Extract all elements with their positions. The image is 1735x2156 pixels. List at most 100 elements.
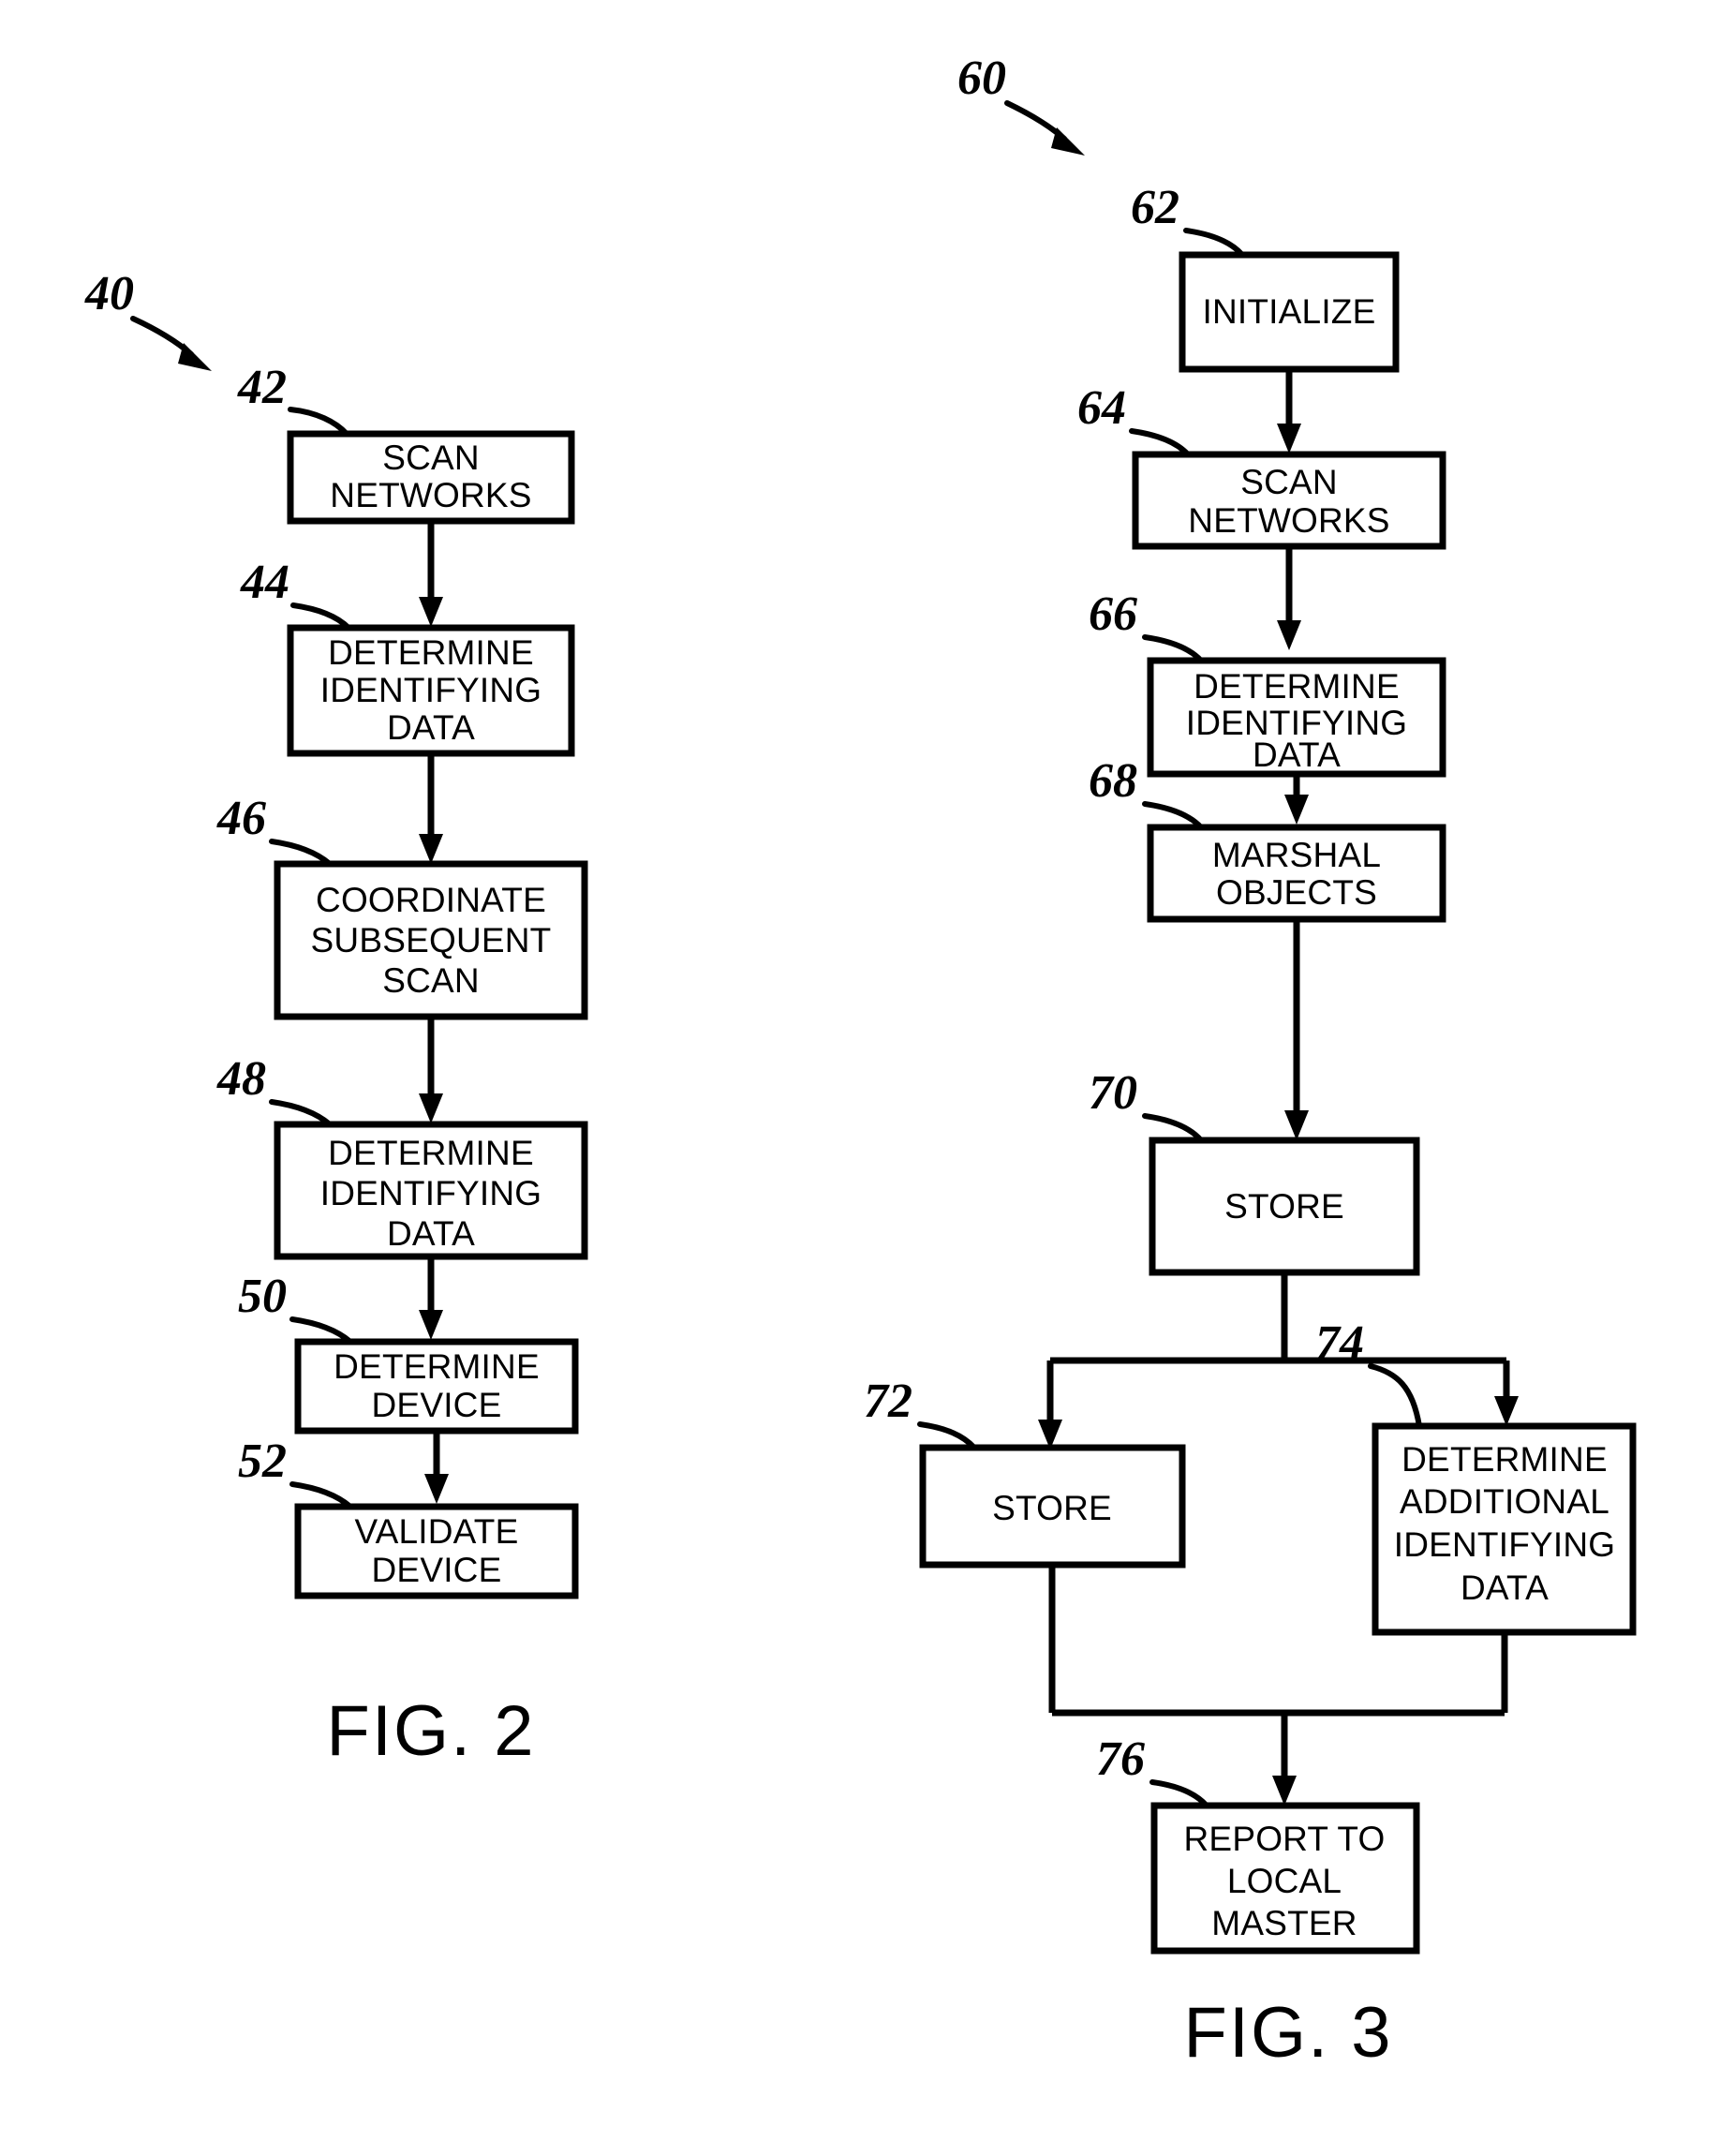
- node-66-label-line-1: DETERMINE: [1194, 667, 1400, 706]
- ref-42-leader: [288, 407, 349, 437]
- ref-label-46: 46: [216, 792, 333, 867]
- ref-label-72: 72: [864, 1375, 977, 1450]
- connector-48-50: [419, 1256, 443, 1340]
- ref-label-48: 48: [216, 1052, 333, 1127]
- ref-number-60: 60: [957, 52, 1006, 105]
- ref-62-leader: [1183, 228, 1245, 258]
- ref-76-leader: [1149, 1779, 1209, 1808]
- node-76-label-line-3: MASTER: [1211, 1904, 1357, 1942]
- ref-74-leader: [1368, 1363, 1422, 1429]
- patent-drawing-sheet: 40 SCAN NETWORKS 42 DETERMINE IDENTIFYIN…: [0, 0, 1735, 2156]
- ref-number-74: 74: [1315, 1316, 1364, 1370]
- ref-number-46: 46: [216, 792, 266, 845]
- ref-number-48: 48: [216, 1052, 266, 1106]
- connector-42-44: [419, 521, 443, 627]
- ref-48-leader: [269, 1099, 333, 1127]
- node-70-label-line-1: STORE: [1224, 1187, 1344, 1226]
- ref-number-64: 64: [1077, 381, 1126, 435]
- node-48-label-line-1: DETERMINE: [328, 1134, 534, 1172]
- node-66[interactable]: DETERMINE IDENTIFYING DATA: [1147, 657, 1446, 778]
- ref-label-50: 50: [238, 1270, 353, 1345]
- connector-64-66: [1277, 546, 1301, 650]
- connector-66-68: [1284, 774, 1309, 825]
- ref-label-44: 44: [240, 556, 351, 631]
- node-64[interactable]: SCAN NETWORKS: [1132, 451, 1446, 550]
- node-72[interactable]: STORE: [919, 1444, 1186, 1569]
- node-76-label-line-2: LOCAL: [1227, 1862, 1342, 1900]
- node-48-label-line-3: DATA: [387, 1214, 475, 1253]
- node-74-label-line-4: DATA: [1461, 1569, 1549, 1607]
- connector-68-70: [1284, 919, 1309, 1140]
- ref-40-arrowhead: [178, 343, 212, 371]
- node-48[interactable]: DETERMINE IDENTIFYING DATA: [274, 1121, 588, 1260]
- ref-68-leader: [1142, 801, 1204, 830]
- ref-number-72: 72: [864, 1375, 912, 1428]
- node-64-label-line-1: SCAN: [1240, 463, 1338, 501]
- node-62[interactable]: INITIALIZE: [1179, 251, 1400, 373]
- node-42-label-line-2: NETWORKS: [330, 476, 531, 514]
- node-64-label-line-2: NETWORKS: [1188, 501, 1389, 540]
- node-68-label-line-2: OBJECTS: [1216, 873, 1377, 912]
- ref-46-leader: [269, 839, 333, 867]
- ref-50-leader: [289, 1316, 353, 1345]
- figure-3-group: 60 INITIALIZE 62 SCAN NETWORKS 64 DETERM…: [864, 52, 1637, 2073]
- node-76-label-line-1: REPORT TO: [1184, 1820, 1386, 1858]
- node-44-label-line-3: DATA: [387, 708, 475, 747]
- node-48-label-line-2: IDENTIFYING: [320, 1174, 542, 1212]
- connector-46-48: [419, 1017, 443, 1123]
- node-74-label-line-2: ADDITIONAL: [1400, 1482, 1609, 1521]
- ref-number-50: 50: [238, 1270, 287, 1323]
- node-66-label-line-3: DATA: [1253, 736, 1341, 774]
- figure-2-group: 40 SCAN NETWORKS 42 DETERMINE IDENTIFYIN…: [84, 267, 588, 1771]
- ref-44-leader: [290, 602, 351, 631]
- node-62-label-line-1: INITIALIZE: [1203, 292, 1376, 331]
- node-46[interactable]: COORDINATE SUBSEQUENT SCAN: [274, 860, 588, 1020]
- node-68[interactable]: MARSHAL OBJECTS: [1147, 824, 1446, 923]
- node-68-label-line-1: MARSHAL: [1212, 836, 1381, 874]
- connector-44-46: [419, 753, 443, 864]
- ref-label-76: 76: [1096, 1732, 1209, 1808]
- node-76[interactable]: REPORT TO LOCAL MASTER: [1150, 1802, 1420, 1955]
- node-52[interactable]: VALIDATE DEVICE: [294, 1503, 579, 1599]
- node-52-label-line-2: DEVICE: [372, 1551, 502, 1589]
- flow-ref-60: 60: [957, 52, 1085, 156]
- node-74-label-line-1: DETERMINE: [1401, 1440, 1608, 1479]
- connector-50-52: [424, 1431, 449, 1504]
- ref-label-62: 62: [1131, 181, 1245, 258]
- ref-64-leader: [1129, 428, 1191, 457]
- node-74[interactable]: DETERMINE ADDITIONAL IDENTIFYING DATA: [1372, 1422, 1637, 1636]
- figure-2-caption: FIG. 2: [326, 1691, 535, 1771]
- ref-label-74: 74: [1315, 1316, 1422, 1429]
- ref-72-leader: [917, 1421, 977, 1450]
- ref-label-64: 64: [1077, 381, 1191, 457]
- node-46-label-line-2: SUBSEQUENT: [311, 921, 552, 959]
- node-42[interactable]: SCAN NETWORKS: [287, 430, 575, 525]
- node-44[interactable]: DETERMINE IDENTIFYING DATA: [287, 624, 575, 757]
- node-44-label-line-1: DETERMINE: [328, 633, 534, 672]
- node-50-label-line-1: DETERMINE: [334, 1347, 540, 1386]
- ref-number-68: 68: [1089, 754, 1137, 808]
- ref-number-52: 52: [238, 1435, 287, 1488]
- drawing-canvas: 40 SCAN NETWORKS 42 DETERMINE IDENTIFYIN…: [84, 52, 1637, 2073]
- ref-number-66: 66: [1089, 587, 1137, 641]
- ref-label-70: 70: [1089, 1066, 1204, 1143]
- ref-label-52: 52: [238, 1435, 353, 1509]
- ref-52-leader: [289, 1481, 353, 1509]
- ref-label-66: 66: [1089, 587, 1204, 663]
- node-46-label-line-1: COORDINATE: [316, 881, 546, 919]
- ref-60-arrowhead: [1051, 127, 1085, 156]
- node-50[interactable]: DETERMINE DEVICE: [294, 1338, 579, 1435]
- node-42-label-line-1: SCAN: [382, 439, 480, 477]
- ref-70-leader: [1142, 1113, 1204, 1143]
- ref-number-44: 44: [240, 556, 289, 609]
- ref-number-70: 70: [1089, 1066, 1137, 1120]
- node-70[interactable]: STORE: [1149, 1137, 1420, 1276]
- node-52-label-line-1: VALIDATE: [354, 1512, 518, 1551]
- connector-62-64: [1277, 369, 1301, 454]
- node-44-label-line-2: IDENTIFYING: [320, 671, 542, 709]
- ref-number-42: 42: [237, 361, 287, 414]
- figure-3-caption: FIG. 3: [1183, 1993, 1392, 2073]
- ref-number-40: 40: [84, 267, 134, 320]
- node-72-label-line-1: STORE: [992, 1489, 1112, 1527]
- ref-label-42: 42: [237, 361, 349, 437]
